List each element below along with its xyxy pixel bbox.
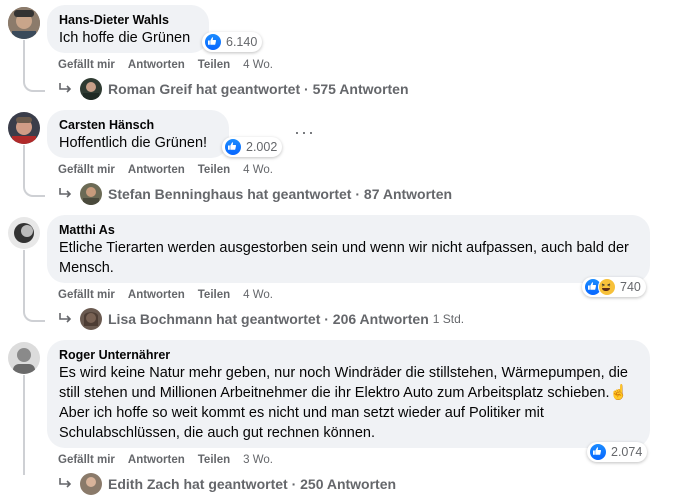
reaction-summary[interactable]: 2.074: [587, 442, 648, 462]
reply-button[interactable]: Antworten: [128, 164, 185, 176]
replier-avatar: [80, 78, 102, 100]
comment-bubble: Matthi As Etliche Tierarten werden ausge…: [47, 215, 650, 283]
comment-actions: Gefällt mir Antworten Teilen 4 Wo.: [58, 164, 273, 176]
reaction-count: 6.140: [226, 35, 258, 49]
reply-arrow-icon: [59, 313, 72, 323]
reaction-summary[interactable]: 6.140: [202, 32, 263, 52]
thread-elbow: [23, 78, 45, 92]
view-replies[interactable]: Roman Greif hat geantwortet · 575 Antwor…: [58, 78, 409, 100]
avatar[interactable]: [8, 112, 40, 144]
comment-author[interactable]: Roger Unternährer: [59, 347, 638, 363]
replies-summary[interactable]: Roman Greif hat geantwortet · 575 Antwor…: [108, 81, 409, 97]
comment-author[interactable]: Hans-Dieter Wahls: [59, 12, 197, 28]
like-button[interactable]: Gefällt mir: [58, 59, 115, 71]
reaction-count: 740: [620, 280, 641, 294]
comment-bubble: Hans-Dieter Wahls Ich hoffe die Grünen: [47, 5, 209, 53]
replier-avatar: [80, 308, 102, 330]
replier-avatar: [80, 473, 102, 495]
like-button[interactable]: Gefällt mir: [58, 454, 115, 466]
reply-arrow-icon: [59, 188, 72, 198]
comment-author[interactable]: Matthi As: [59, 222, 638, 238]
share-button[interactable]: Teilen: [198, 59, 230, 71]
avatar[interactable]: [8, 342, 40, 374]
comment-text: Es wird keine Natur mehr geben, nur noch…: [59, 365, 628, 441]
comment-time[interactable]: 4 Wo.: [243, 289, 273, 301]
avatar[interactable]: [8, 7, 40, 39]
like-button[interactable]: Gefällt mir: [58, 164, 115, 176]
comment-time[interactable]: 3 Wo.: [243, 454, 273, 466]
thread-line: [23, 250, 25, 310]
avatar-image: [8, 342, 40, 374]
thread-line: [23, 375, 25, 475]
like-icon: [224, 138, 242, 156]
reaction-summary[interactable]: 740: [582, 277, 646, 297]
share-button[interactable]: Teilen: [198, 289, 230, 301]
view-replies[interactable]: Edith Zach hat geantwortet · 250 Antwort…: [58, 473, 396, 495]
avatar-image: [8, 7, 40, 39]
like-icon: [204, 33, 222, 51]
reply-arrow-icon: [59, 83, 72, 93]
thread-elbow: [23, 183, 45, 197]
haha-icon: [598, 278, 616, 296]
like-button[interactable]: Gefällt mir: [58, 289, 115, 301]
share-button[interactable]: Teilen: [198, 164, 230, 176]
comment-text: Ich hoffe die Grünen: [59, 30, 191, 46]
share-button[interactable]: Teilen: [198, 454, 230, 466]
comment-actions: Gefällt mir Antworten Teilen 4 Wo.: [58, 59, 273, 71]
reply-button[interactable]: Antworten: [128, 289, 185, 301]
thread-elbow: [23, 308, 45, 322]
comment-text: Etliche Tierarten werden ausgestorben se…: [59, 240, 629, 276]
comment-text: Hoffentlich die Grünen!: [59, 135, 208, 151]
more-options-icon[interactable]: ···: [294, 122, 315, 143]
reply-arrow-icon: [59, 478, 72, 488]
avatar-image: [8, 217, 40, 249]
comment-actions: Gefällt mir Antworten Teilen 4 Wo.: [58, 289, 273, 301]
comment-time[interactable]: 4 Wo.: [243, 164, 273, 176]
comment-time[interactable]: 4 Wo.: [243, 59, 273, 71]
reply-button[interactable]: Antworten: [128, 59, 185, 71]
like-icon: [589, 443, 607, 461]
avatar[interactable]: [8, 217, 40, 249]
replier-avatar: [80, 183, 102, 205]
replies-time: 1 Std.: [432, 312, 465, 326]
replies-summary[interactable]: Lisa Bochmann hat geantwortet · 206 Antw…: [108, 311, 429, 327]
thread-line: [23, 40, 25, 80]
reaction-count: 2.002: [246, 140, 278, 154]
comment-author[interactable]: Carsten Hänsch: [59, 117, 217, 133]
replies-summary[interactable]: Stefan Benninghaus hat geantwortet · 87 …: [108, 186, 452, 202]
reaction-count: 2.074: [611, 445, 643, 459]
comment-bubble: Roger Unternährer Es wird keine Natur me…: [47, 340, 650, 448]
avatar-image: [8, 112, 40, 144]
reaction-summary[interactable]: 2.002: [222, 137, 283, 157]
replies-summary[interactable]: Edith Zach hat geantwortet · 250 Antwort…: [108, 476, 396, 492]
comment-bubble: Carsten Hänsch Hoffentlich die Grünen!: [47, 110, 229, 158]
view-replies[interactable]: Stefan Benninghaus hat geantwortet · 87 …: [58, 183, 452, 205]
view-replies[interactable]: Lisa Bochmann hat geantwortet · 206 Antw…: [58, 308, 464, 330]
thread-line: [23, 145, 25, 185]
comment-actions: Gefällt mir Antworten Teilen 3 Wo.: [58, 454, 273, 466]
reply-button[interactable]: Antworten: [128, 454, 185, 466]
